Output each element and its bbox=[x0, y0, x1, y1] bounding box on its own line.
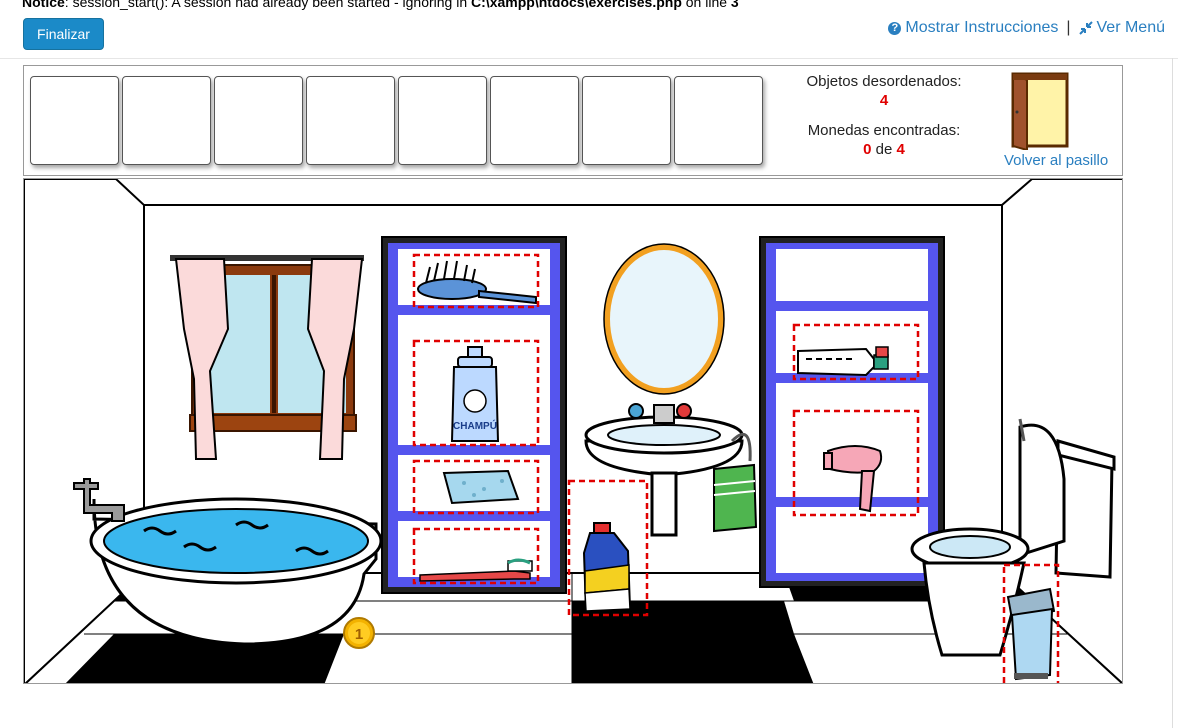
trash-can-icon[interactable] bbox=[1006, 587, 1056, 681]
window bbox=[170, 255, 364, 460]
inventory-slot[interactable] bbox=[490, 76, 579, 165]
top-links: ? Mostrar Instrucciones | Ver Menú bbox=[888, 19, 1165, 37]
bathroom-illustration: 1 CHAMPÚ bbox=[24, 179, 1122, 683]
question-icon: ? bbox=[888, 21, 902, 35]
inventory-slot[interactable] bbox=[582, 76, 671, 165]
mirror bbox=[603, 243, 725, 395]
link-separator: | bbox=[1066, 19, 1071, 36]
coin-label: 1 bbox=[355, 626, 363, 643]
coin-icon[interactable]: 1 bbox=[343, 617, 375, 649]
php-notice: Notice: session_start(): A session had a… bbox=[22, 0, 739, 10]
inventory-slot[interactable] bbox=[122, 76, 211, 165]
notice-line: 3 bbox=[730, 0, 739, 10]
inventory-slot[interactable] bbox=[214, 76, 303, 165]
coins-found-label: Monedas encontradas: bbox=[807, 122, 961, 139]
compress-icon bbox=[1078, 21, 1093, 35]
show-instructions-link[interactable]: ? Mostrar Instrucciones bbox=[888, 19, 1058, 37]
coins-of-label: de bbox=[875, 141, 893, 158]
messy-objects-label: Objetos desordenados: bbox=[806, 73, 962, 90]
game-stats: Objetos desordenados: 4 Monedas encontra… bbox=[794, 72, 974, 159]
notice-path: C:\xampp\htdocs\exercises.php bbox=[471, 0, 682, 10]
shampoo-bottle[interactable]: CHAMPÚ bbox=[450, 346, 500, 442]
door-icon[interactable] bbox=[1009, 70, 1071, 150]
header-divider bbox=[0, 58, 1178, 59]
notice-label: Notice bbox=[22, 0, 65, 10]
finalizar-button[interactable]: Finalizar bbox=[23, 18, 104, 50]
coins-total-count: 4 bbox=[896, 141, 905, 158]
notice-message: : session_start(): A session had already… bbox=[64, 0, 472, 10]
messy-objects-count: 4 bbox=[879, 92, 889, 109]
coins-found-count: 0 bbox=[863, 141, 872, 158]
bathroom-scene: 1 CHAMPÚ bbox=[23, 178, 1123, 684]
shampoo-label: CHAMPÚ bbox=[453, 419, 497, 432]
back-to-hallway-link[interactable]: Volver al pasillo bbox=[1004, 152, 1108, 169]
inventory-panel: Objetos desordenados: 4 Monedas encontra… bbox=[23, 65, 1123, 176]
show-instructions-label: Mostrar Instrucciones bbox=[905, 19, 1059, 36]
view-menu-label: Ver Menú bbox=[1096, 19, 1165, 36]
view-menu-link[interactable]: Ver Menú bbox=[1078, 19, 1165, 37]
inventory-slot[interactable] bbox=[398, 76, 487, 165]
inventory-slot[interactable] bbox=[674, 76, 763, 165]
sponge-icon[interactable] bbox=[442, 469, 520, 505]
notice-line-text: on line bbox=[681, 0, 731, 10]
inventory-slot[interactable] bbox=[306, 76, 395, 165]
coins-found-value: 0 de 4 bbox=[794, 140, 974, 159]
right-divider bbox=[1172, 58, 1173, 728]
inventory-slot[interactable] bbox=[30, 76, 119, 165]
